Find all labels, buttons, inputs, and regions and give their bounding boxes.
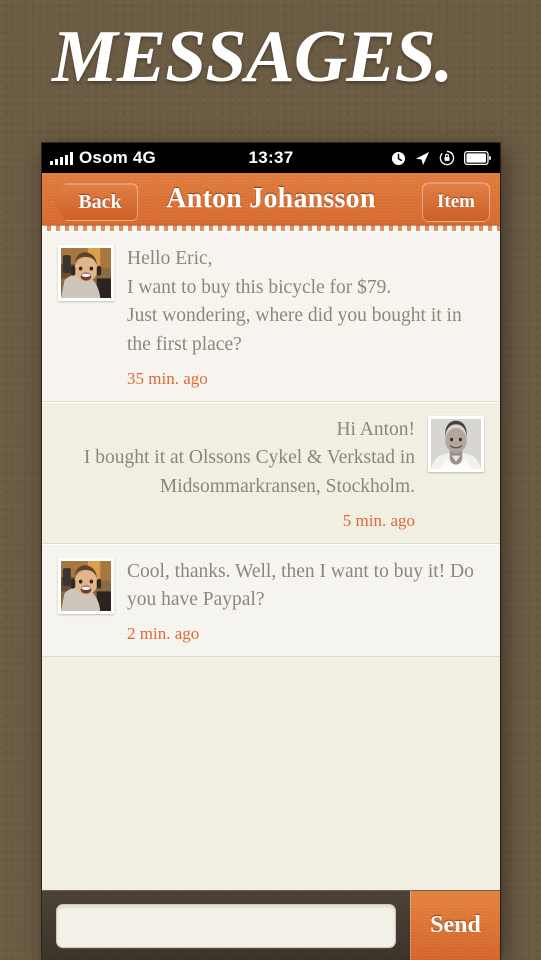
message-line: Midsommarkransen, Stockholm. <box>159 475 415 497</box>
message-thread[interactable]: Hello Eric, I want to buy this bicycle fo… <box>42 231 500 890</box>
avatar[interactable] <box>428 415 484 472</box>
message-timestamp: 5 min. ago <box>342 510 415 530</box>
message-body: Hello Eric, I want to buy this bicycle fo… <box>127 245 484 389</box>
message-text: Hello Eric, I want to buy this bicycle fo… <box>127 245 484 360</box>
message-timestamp: 35 min. ago <box>127 368 208 388</box>
item-button[interactable]: Item <box>422 182 490 222</box>
message-body: Hi Anton! I bought it at Olssons Cykel & … <box>58 416 415 531</box>
rotation-lock-icon <box>439 150 455 166</box>
nav-bar: Back Anton Johansson Item <box>42 173 500 231</box>
signal-bars-icon <box>50 151 73 165</box>
message-row-inner: Cool, thanks. Well, then I want to buy i… <box>58 557 484 644</box>
page-title: MESSAGES. <box>52 16 453 98</box>
message-line: Just wondering, where did you bought it … <box>127 305 462 327</box>
message-line: Cool, thanks. Well, then I want to buy i… <box>127 560 474 582</box>
message-row: Cool, thanks. Well, then I want to buy i… <box>42 543 500 657</box>
message-line: Hi Anton! <box>336 418 415 440</box>
battery-icon <box>464 151 492 165</box>
message-timestamp: 2 min. ago <box>127 623 200 643</box>
status-bar-right <box>391 150 492 166</box>
message-text: Cool, thanks. Well, then I want to buy i… <box>127 558 484 615</box>
message-line: I want to buy this bicycle for $79. <box>127 276 392 298</box>
composer-input-wrap <box>42 903 410 948</box>
message-line: the first place? <box>127 333 242 355</box>
message-text: Hi Anton! I bought it at Olssons Cykel & … <box>58 416 415 502</box>
phone-device-frame: Osom 4G 13:37 Back Anton Johansson Item … <box>42 143 500 960</box>
message-line: I bought it at Olssons Cykel & Verkstad … <box>83 447 415 469</box>
message-composer: Send <box>42 890 500 960</box>
message-row: Hello Eric, I want to buy this bicycle fo… <box>42 231 500 402</box>
status-bar-left: Osom 4G <box>50 148 156 168</box>
status-bar: Osom 4G 13:37 <box>42 143 500 173</box>
back-button[interactable]: Back <box>52 183 138 221</box>
location-arrow-icon <box>415 151 430 166</box>
message-line: you have Paypal? <box>127 589 265 611</box>
message-row-inner: Hi Anton! I bought it at Olssons Cykel & … <box>58 415 484 531</box>
avatar[interactable] <box>58 245 114 301</box>
clock-icon <box>391 151 406 166</box>
message-body: Cool, thanks. Well, then I want to buy i… <box>127 558 484 644</box>
carrier-label: Osom 4G <box>79 148 156 167</box>
message-row: Hi Anton! I bought it at Olssons Cykel & … <box>42 401 500 544</box>
send-button[interactable]: Send <box>410 890 500 960</box>
message-input[interactable] <box>56 903 396 948</box>
message-line: Hello Eric, <box>127 248 213 269</box>
avatar[interactable] <box>58 557 114 614</box>
message-row-inner: Hello Eric, I want to buy this bicycle fo… <box>58 245 484 389</box>
